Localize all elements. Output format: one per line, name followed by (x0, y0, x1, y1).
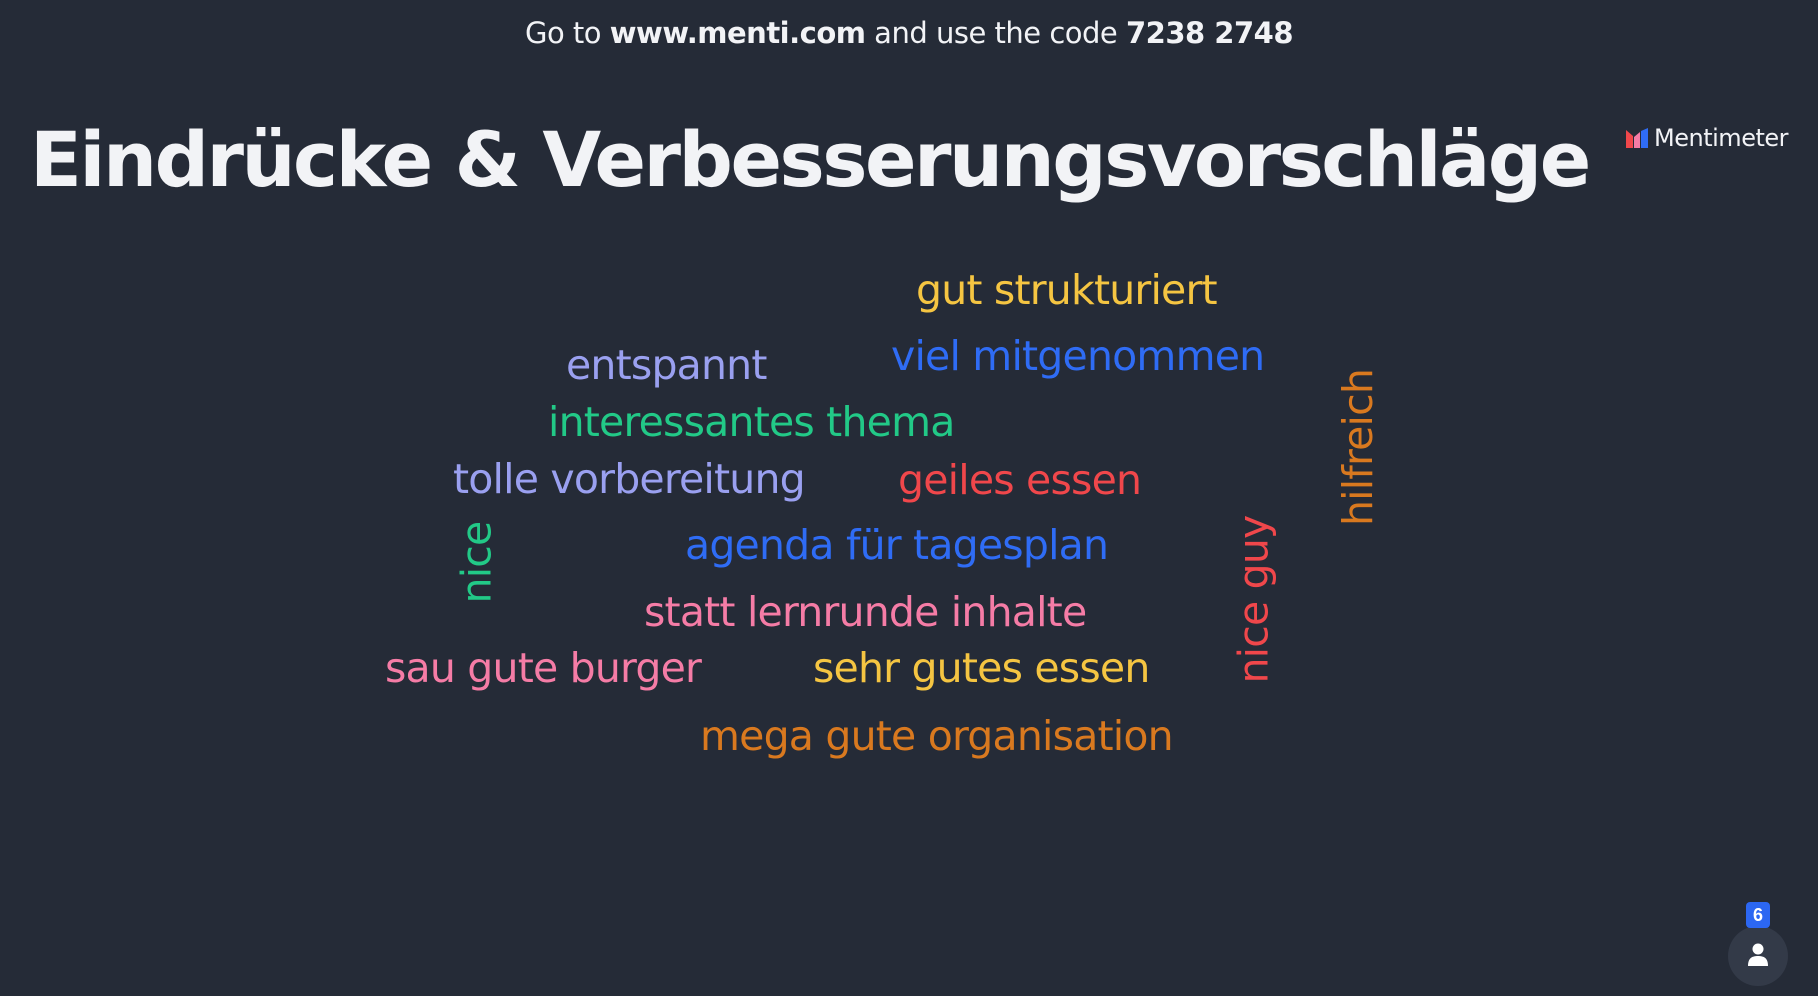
cloud-word: hilfreich (1334, 368, 1383, 527)
cloud-word: sau gute burger (385, 644, 702, 692)
participant-count-badge: 6 (1746, 902, 1770, 928)
cloud-word: gut strukturiert (916, 266, 1218, 314)
cloud-word: statt lernrunde inhalte (644, 588, 1087, 636)
cloud-word: nice guy (1229, 515, 1278, 684)
cloud-word: mega gute organisation (700, 712, 1174, 760)
cloud-word: nice (452, 521, 501, 604)
cloud-word: viel mitgenommen (891, 332, 1265, 380)
cloud-word: entspannt (566, 341, 767, 389)
cloud-word: sehr gutes essen (813, 644, 1150, 692)
slide: Go to www.menti.com and use the code 723… (0, 0, 1818, 996)
participants-button[interactable]: 6 (1728, 902, 1788, 986)
word-cloud: gut strukturiert viel mitgenommen entspa… (0, 0, 1818, 996)
cloud-word: tolle vorbereitung (453, 455, 806, 503)
cloud-word: geiles essen (898, 456, 1142, 504)
person-icon (1747, 942, 1769, 970)
cloud-word: interessantes thema (548, 398, 955, 446)
cloud-word: agenda für tagesplan (685, 521, 1109, 569)
